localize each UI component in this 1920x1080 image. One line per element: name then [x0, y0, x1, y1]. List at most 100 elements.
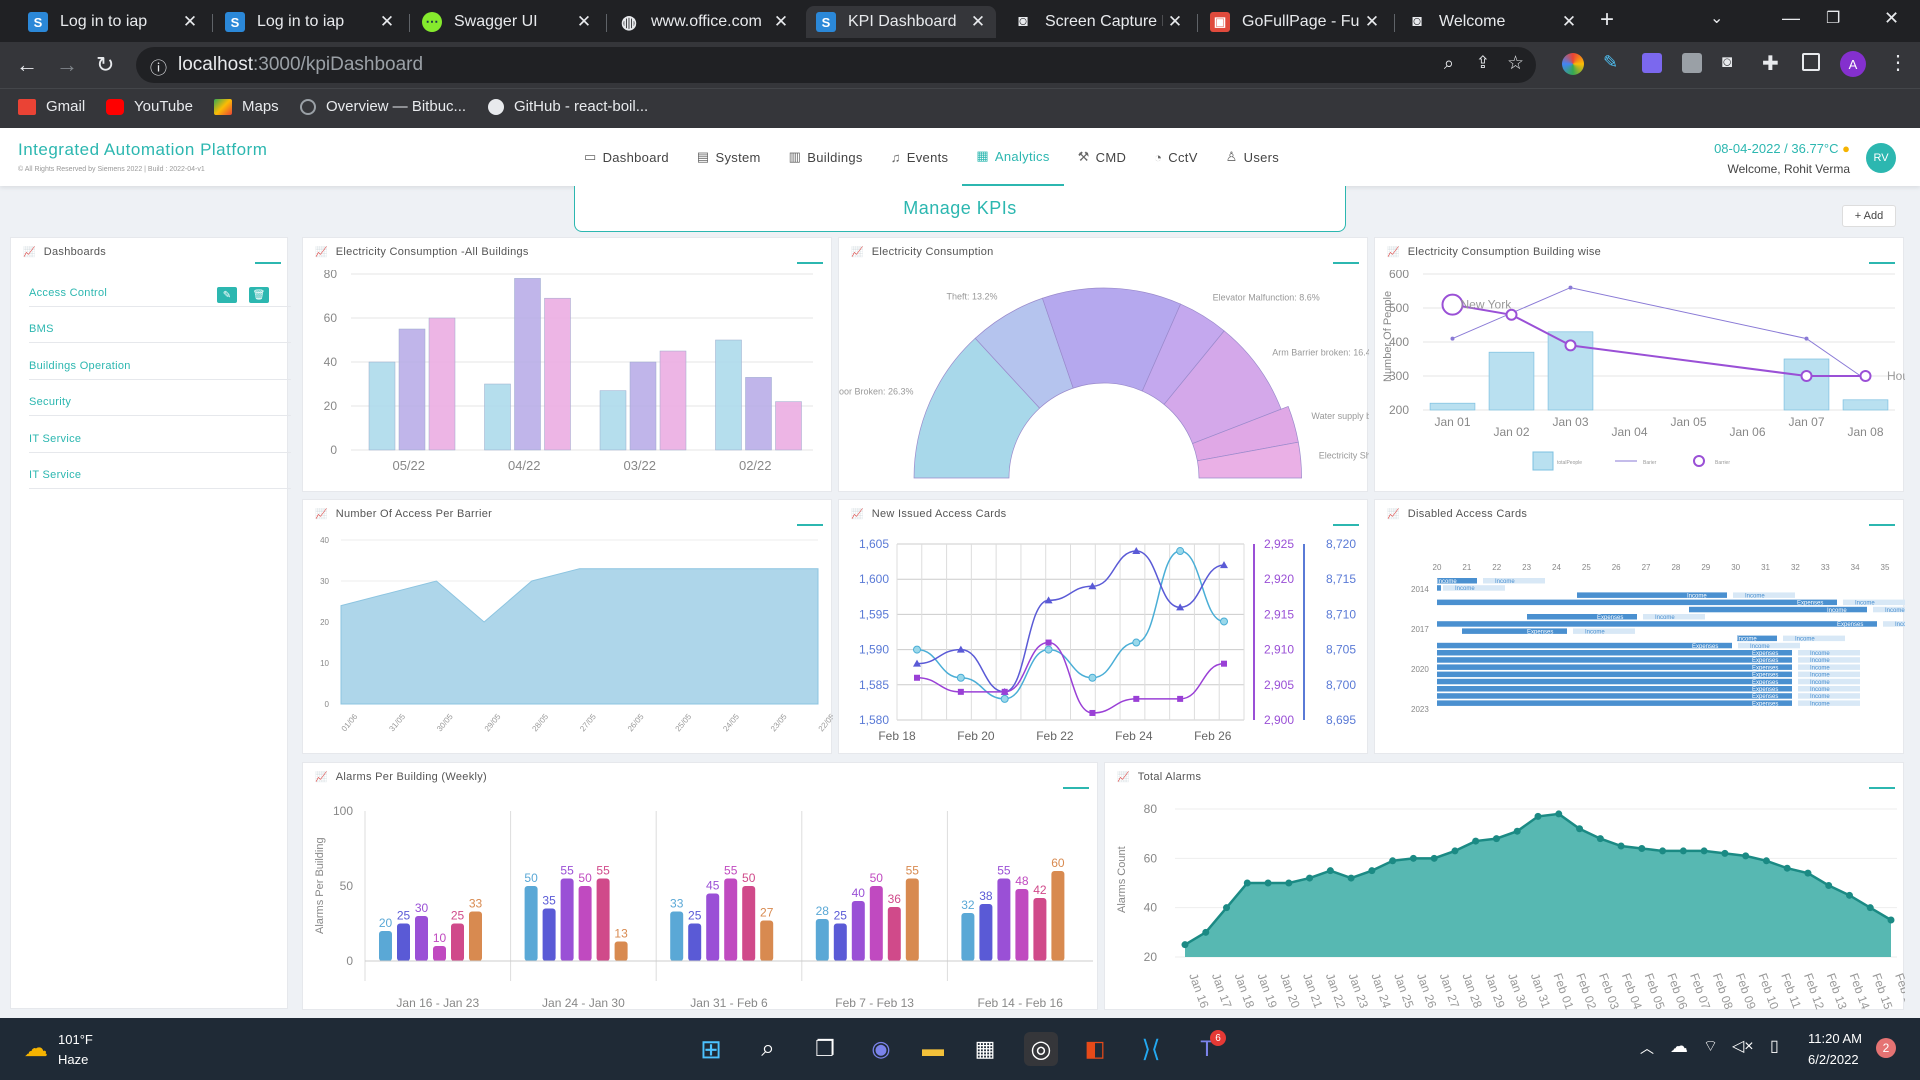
file-explorer-icon[interactable]: ▬	[916, 1032, 950, 1066]
bar	[1437, 599, 1837, 606]
nav-users[interactable]: ♙ Users	[1212, 128, 1293, 186]
bookmark-maps[interactable]: Maps	[214, 98, 279, 115]
y-tick-label-mid: 2,900	[1264, 713, 1294, 727]
bar-label: Income	[1810, 651, 1830, 657]
browser-tab[interactable]: ◙ Welcome ✕	[1397, 6, 1587, 38]
puzzle-icon[interactable]: ✚	[1762, 51, 1779, 76]
bar	[544, 297, 571, 451]
zoom-icon[interactable]: ⌕	[1444, 53, 1454, 74]
bookmark-github[interactable]: GitHub - react-boil...	[488, 98, 648, 115]
restore-icon[interactable]: ❐	[1826, 8, 1840, 28]
address-bar[interactable]: ⓘ localhost:3000/kpiDashboard ⌕ ⇪ ☆	[136, 47, 1536, 83]
delete-icon[interactable]: 🗑	[249, 287, 269, 303]
volume-icon[interactable]: ◁×	[1732, 1036, 1754, 1056]
forward-icon[interactable]: →	[56, 52, 78, 78]
bookmark-gmail[interactable]: Gmail	[18, 98, 85, 115]
sidebar-item-security[interactable]: Security	[29, 386, 291, 416]
y-axis-label: Alarms Count	[1116, 846, 1128, 913]
weather-icon[interactable]: ☁	[24, 1034, 48, 1063]
manage-kpis-banner[interactable]: Manage KPIs	[574, 186, 1346, 232]
panel-electricity-all-buildings: 📈 Electricity Consumption -All Buildings …	[302, 237, 832, 492]
search-icon[interactable]: ⌕	[751, 1032, 785, 1066]
nav-dashboard[interactable]: ▭ Dashboard	[570, 128, 683, 186]
minimize-icon[interactable]: —	[1782, 8, 1800, 29]
sidebar-item-buildings-operation[interactable]: Buildings Operation	[29, 350, 291, 380]
extension-icon[interactable]	[1562, 53, 1584, 75]
browser-tab[interactable]: S Log in to iap ✕	[18, 6, 208, 38]
browser-tab[interactable]: ◙ Screen Capture R ✕	[1003, 6, 1193, 38]
browser-tab[interactable]: ◍ www.office.com ✕	[609, 6, 799, 38]
y-tick-label: 1,605	[859, 537, 889, 551]
close-icon[interactable]: ✕	[572, 12, 596, 32]
close-icon[interactable]: ✕	[1360, 12, 1384, 32]
office-icon[interactable]: ◧	[1078, 1032, 1112, 1066]
point	[1285, 879, 1293, 887]
x-tick-label: 31/05	[387, 712, 407, 734]
pen-extension-icon[interactable]: ✎	[1603, 52, 1618, 73]
close-icon[interactable]: ✕	[375, 12, 399, 32]
nav-buildings[interactable]: ▥ Buildings	[775, 128, 877, 186]
close-icon[interactable]: ✕	[769, 12, 793, 32]
chat-icon[interactable]: ◉	[864, 1032, 898, 1066]
back-icon[interactable]: ←	[16, 52, 38, 78]
sidebar-item-bms[interactable]: BMS	[29, 313, 291, 343]
bar	[1437, 693, 1792, 699]
battery-icon[interactable]: ▯	[1770, 1036, 1779, 1056]
bar-label: Expenses	[1692, 644, 1718, 650]
share-icon[interactable]: ⇪	[1476, 53, 1490, 73]
vscode-icon[interactable]: ⟩⟨	[1134, 1032, 1168, 1066]
x-tick-label: 26	[1612, 563, 1621, 572]
close-icon[interactable]: ✕	[178, 12, 202, 32]
close-icon[interactable]: ✕	[1557, 12, 1581, 32]
bookmark-bitbucket[interactable]: Overview — Bitbuc...	[300, 98, 466, 115]
close-icon[interactable]: ✕	[966, 12, 990, 32]
bookmark-youtube[interactable]: YouTube	[106, 98, 193, 115]
close-icon[interactable]: ✕	[1163, 12, 1187, 32]
clock-time[interactable]: 11:20 AM	[1808, 1031, 1862, 1046]
y-tick-label: 20	[1144, 950, 1158, 964]
new-tab-button[interactable]: +	[1600, 6, 1614, 34]
star-icon[interactable]: ☆	[1507, 52, 1524, 75]
edit-icon[interactable]: ✎	[217, 287, 237, 303]
notification-badge[interactable]: 2	[1876, 1038, 1896, 1058]
nav-system[interactable]: ▤ System	[683, 128, 775, 186]
sidebar-item-it-service-2[interactable]: IT Service	[29, 459, 291, 489]
browser-tab[interactable]: ⋯ Swagger UI ✕	[412, 6, 602, 38]
camera-icon[interactable]: ◙	[1722, 52, 1732, 72]
browser-tab[interactable]: S Log in to iap ✕	[215, 6, 405, 38]
chrome-icon[interactable]: ◎	[1024, 1032, 1058, 1066]
x-tick-label: Feb 7 - Feb 13	[835, 996, 914, 1010]
browser-tab[interactable]: ▣ GoFullPage - Full ✕	[1200, 6, 1390, 38]
sidepanel-icon[interactable]	[1802, 53, 1820, 71]
taskview-icon[interactable]: ❐	[808, 1032, 842, 1066]
point	[1181, 941, 1189, 949]
add-button[interactable]: + Add	[1842, 205, 1896, 227]
store-icon[interactable]: ▦	[968, 1032, 1002, 1066]
nav-events[interactable]: ♫ Events	[877, 128, 963, 186]
nav-cmd[interactable]: ⚒ CMD	[1064, 128, 1140, 186]
x-tick-label: Jan 25	[1391, 971, 1417, 1010]
x-tick-label: Feb 20	[957, 729, 995, 743]
user-avatar[interactable]: RV	[1866, 143, 1896, 173]
chevron-up-icon[interactable]: ︿	[1640, 1038, 1654, 1058]
nav-analytics[interactable]: ▦ Analytics	[962, 128, 1064, 186]
weather-temp[interactable]: 101°F	[58, 1032, 93, 1047]
wifi-icon[interactable]: ⌔	[1703, 1036, 1718, 1056]
sidebar-item-it-service[interactable]: IT Service	[29, 423, 291, 453]
cloud-icon[interactable]: ☁	[1670, 1036, 1688, 1057]
profile-avatar[interactable]: A	[1840, 51, 1866, 77]
data-label: 27	[760, 906, 774, 920]
start-icon[interactable]: ⊞	[694, 1032, 728, 1066]
point	[1220, 617, 1228, 626]
point	[1347, 874, 1355, 882]
bar	[1051, 871, 1065, 961]
nav-cctv[interactable]: ◔ CctV	[1140, 128, 1212, 186]
menu-icon[interactable]: ⋮	[1888, 50, 1908, 75]
chevron-down-icon[interactable]: ⌄	[1710, 8, 1723, 28]
reload-icon[interactable]: ↻	[96, 52, 114, 78]
browser-tab-active[interactable]: S KPI Dashboard ✕	[806, 6, 996, 38]
extension-icon[interactable]	[1642, 53, 1662, 73]
extension-icon[interactable]	[1682, 53, 1702, 73]
window-close-icon[interactable]: ✕	[1884, 8, 1899, 29]
info-icon[interactable]: ⓘ	[150, 54, 167, 79]
